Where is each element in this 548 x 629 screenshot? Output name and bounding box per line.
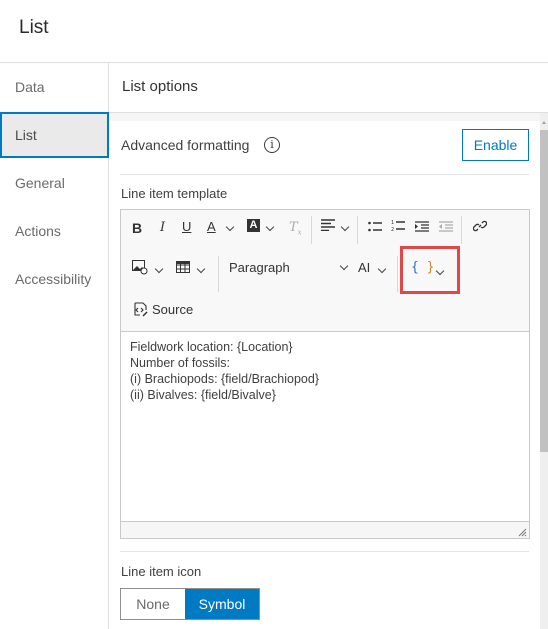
chevron-down-icon [340,222,350,232]
chevron-down-icon [339,261,349,271]
scroll-up-arrow-icon[interactable] [542,121,546,124]
line-item-icon-label: Line item icon [121,564,202,579]
font-size-dropdown[interactable] [377,260,387,275]
insert-image-dropdown[interactable] [154,260,164,275]
sidebar: Data List General Actions Accessibility [0,63,109,629]
outdent-icon[interactable] [439,220,453,235]
chevron-down-icon [196,264,206,274]
editor-status-bar [121,521,529,538]
content-line: Number of fossils: [130,356,231,370]
rich-text-editor: B I U A A Tx 12 Paragraph AI {} Source … [120,209,530,539]
toolbar-separator [397,256,398,292]
toolbar-separator [357,216,358,244]
svg-text:2: 2 [391,227,394,232]
enable-button[interactable]: Enable [462,129,529,161]
insert-image-icon[interactable] [132,260,148,278]
source-label: Source [152,302,194,317]
divider [120,551,529,552]
font-color-icon[interactable]: A [207,219,216,234]
highlight-box [400,246,460,294]
insert-table-dropdown[interactable] [196,260,206,275]
font-color-dropdown[interactable] [225,218,235,233]
italic-icon[interactable]: I [160,220,165,235]
numbered-list-icon[interactable]: 12 [391,219,405,235]
content-line: (ii) Bivalves: {field/Bivalve} [130,388,276,402]
chevron-down-icon [225,222,235,232]
sidebar-item-accessibility[interactable]: Accessibility [0,256,109,302]
heading-dropdown[interactable]: Paragraph [228,256,352,280]
alignment-icon[interactable] [321,219,335,234]
scroll-region-top [109,113,540,121]
content-line: Fieldwork location: {Location} [130,340,293,354]
sidebar-item-general[interactable]: General [0,160,109,206]
bulleted-list-icon[interactable] [368,220,382,235]
line-item-template-label: Line item template [121,186,228,201]
indent-icon[interactable] [415,220,429,235]
line-item-icon-segmented-control: None Symbol [120,588,260,620]
content-line: (i) Brachiopods: {field/Brachiopod} [130,372,320,386]
main-panel: List options Advanced formatting i Enabl… [109,63,548,629]
heading-value: Paragraph [229,260,290,275]
chevron-down-icon [154,264,164,274]
advanced-formatting-label: Advanced formatting [121,137,250,153]
scrollbar-thumb[interactable] [540,130,548,452]
panel-title: List [19,17,49,38]
resize-handle-icon[interactable] [517,527,527,537]
divider [120,174,529,175]
insert-table-icon[interactable] [176,261,190,276]
font-background-color-icon[interactable]: A [247,219,260,232]
icon-option-none[interactable]: None [121,589,185,619]
toolbar-separator [311,216,312,244]
sidebar-item-data[interactable]: Data [0,64,109,110]
info-icon[interactable]: i [264,137,280,153]
sidebar-item-list[interactable]: List [0,112,109,158]
chevron-down-icon [265,222,275,232]
panel-header: List [0,0,548,63]
link-icon[interactable] [472,219,488,236]
source-icon [134,302,148,317]
underline-icon[interactable]: U [182,219,191,234]
icon-option-symbol[interactable]: Symbol [185,589,259,619]
remove-format-icon[interactable]: Tx [289,220,302,237]
toolbar-separator [218,256,219,292]
alignment-dropdown[interactable] [340,218,350,233]
bold-icon[interactable]: B [132,220,142,236]
section-title: List options [122,78,198,95]
source-button[interactable]: Source [133,302,193,317]
svg-text:1: 1 [391,220,394,226]
editor-toolbar: B I U A A Tx 12 Paragraph AI {} Source [121,210,529,332]
background-color-dropdown[interactable] [265,218,275,233]
template-content-editor[interactable]: Fieldwork location: {Location} Number of… [121,333,529,521]
font-size-icon[interactable]: AI [358,260,370,275]
toolbar-separator [461,216,462,244]
chevron-down-icon [377,264,387,274]
sidebar-item-actions[interactable]: Actions [0,208,109,254]
